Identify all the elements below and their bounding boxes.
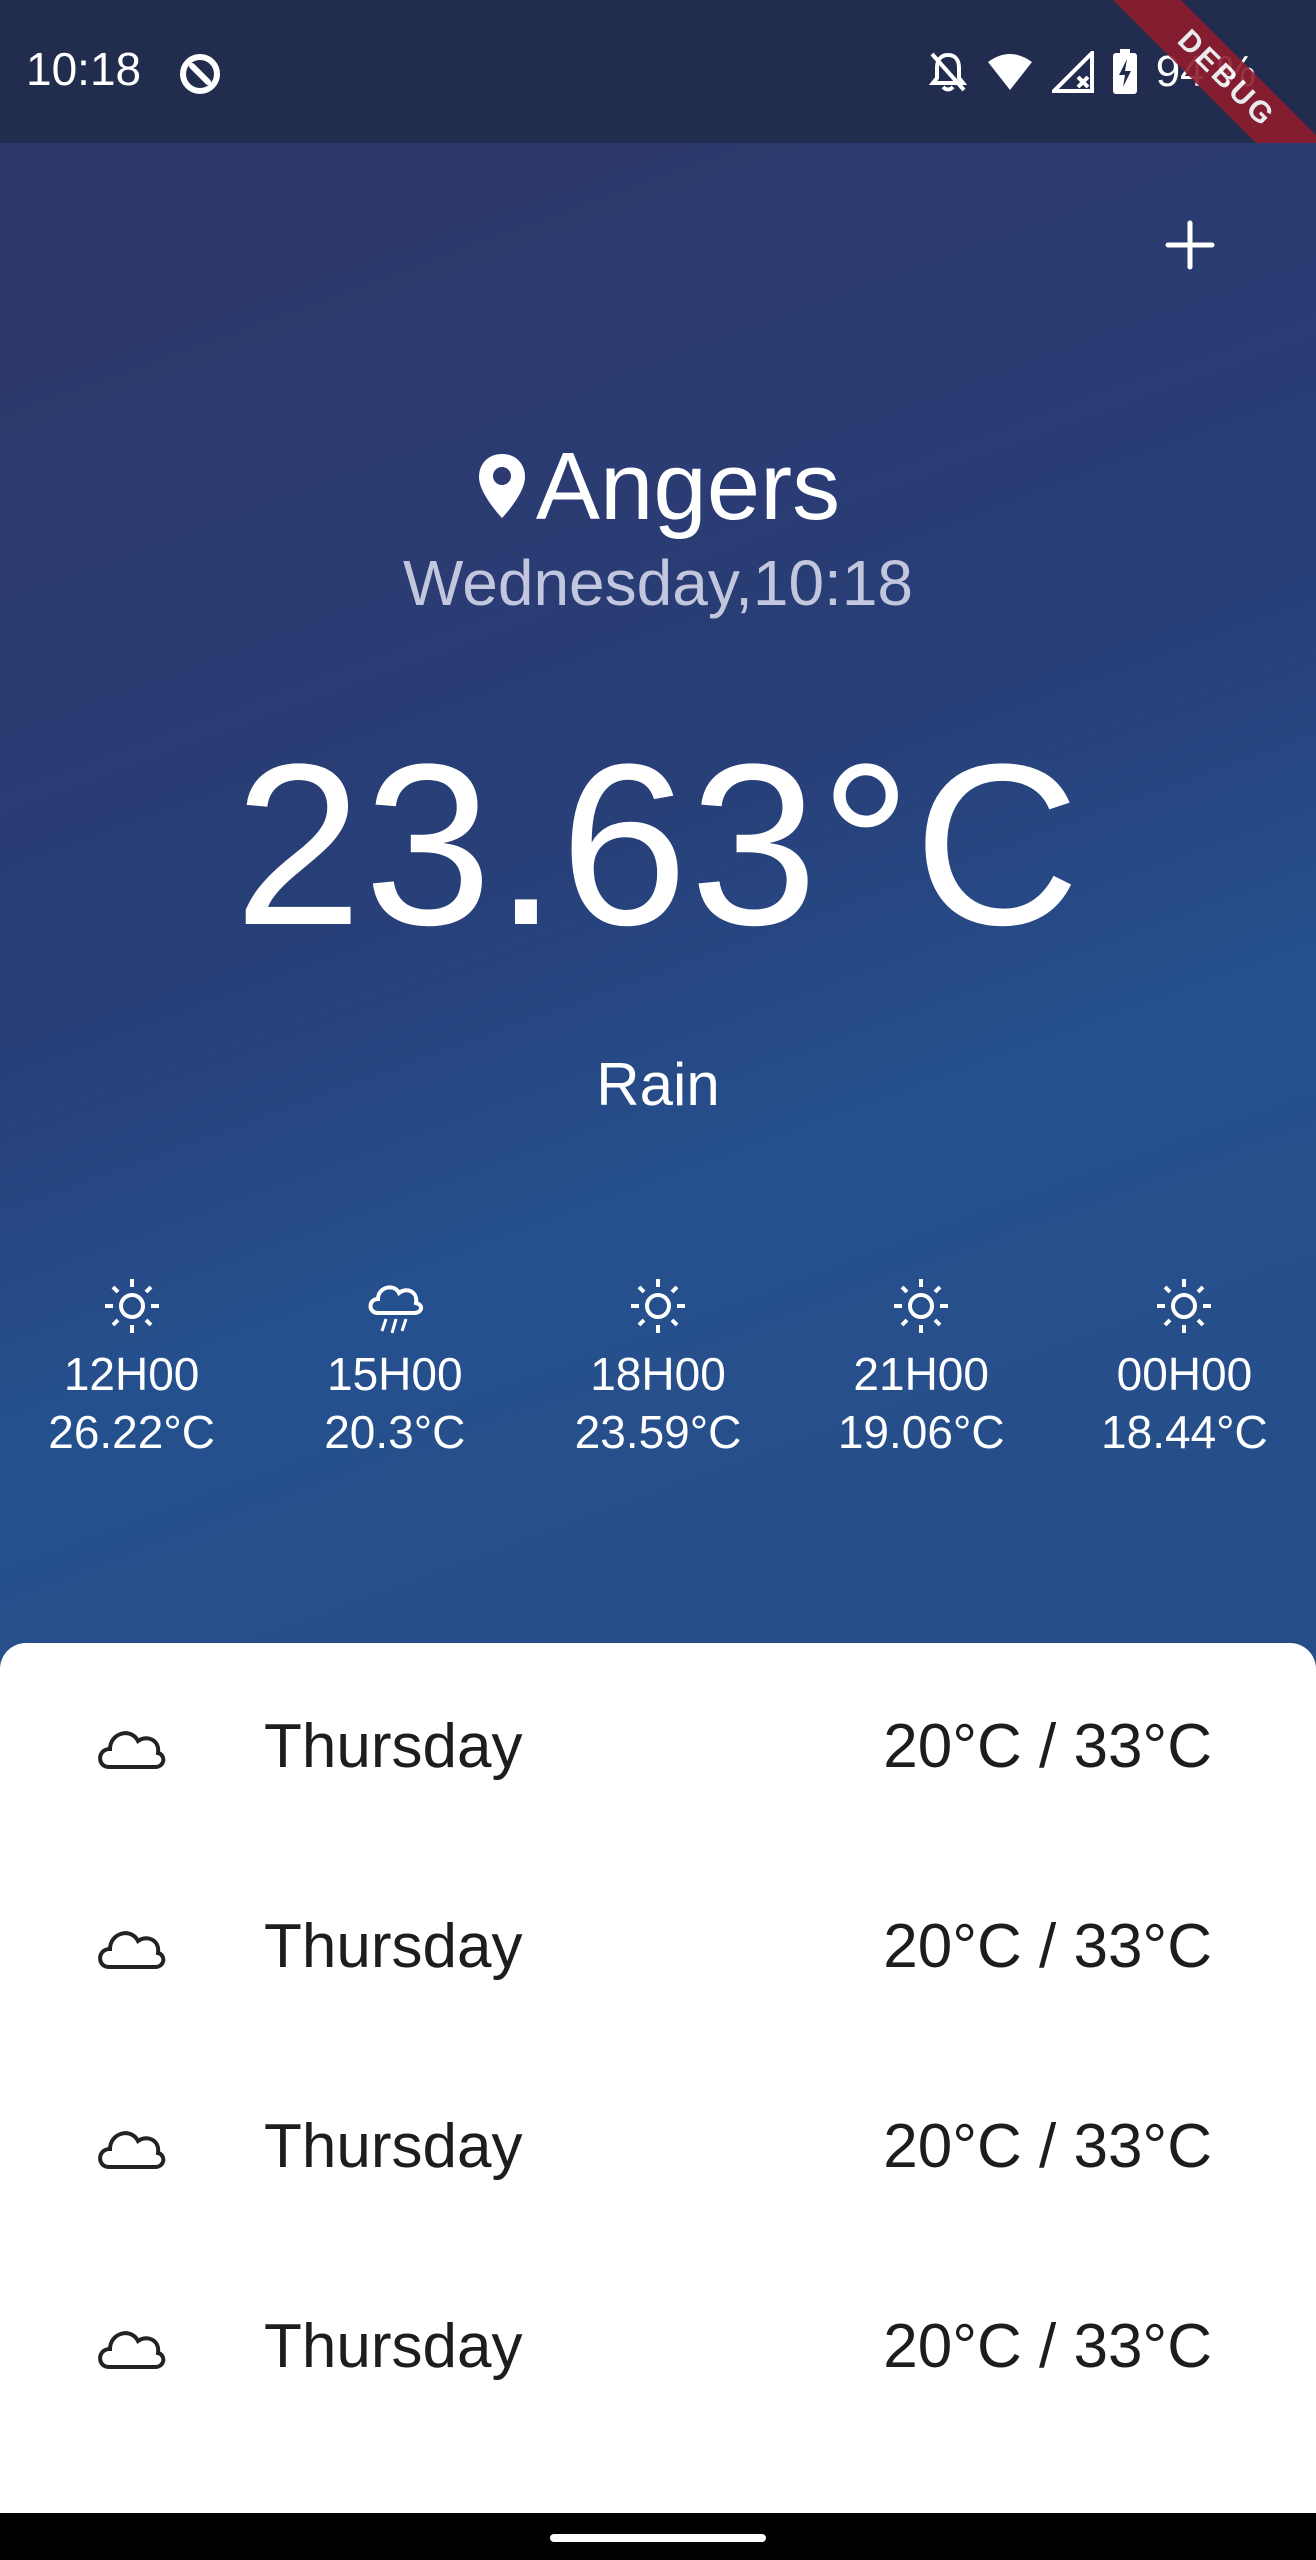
daily-forecast-sheet: Thursday 20°C / 33°C Thursday 20°C / 33°… (0, 1643, 1316, 2513)
city-name: Angers (535, 433, 841, 540)
hourly-forecast: 12H00 26.22°C 15H00 20.3°C 18H00 23.59°C… (0, 1275, 1316, 1461)
daily-day: Thursday (264, 1912, 523, 1981)
current-temperature: 23.63°C (234, 716, 1082, 973)
battery-charging-icon (1112, 49, 1137, 94)
signal-off-icon (1051, 51, 1094, 93)
map-pin-icon (478, 454, 525, 518)
daily-temp-range: 20°C / 33°C (883, 2112, 1212, 2181)
daily-temp-range: 20°C / 33°C (883, 2312, 1212, 2381)
daily-temp-range: 20°C / 33°C (883, 1912, 1212, 1981)
sun-icon (631, 1279, 685, 1333)
weather-condition: Rain (596, 1051, 720, 1118)
hourly-item: 00H00 18.44°C (1053, 1275, 1316, 1461)
status-bar: 10:18 94 % DEBUG (0, 0, 1316, 210)
home-gesture-handle[interactable] (550, 2534, 766, 2542)
sun-icon (104, 1279, 159, 1333)
add-city-button[interactable] (1158, 213, 1222, 277)
hourly-temp: 19.06°C (837, 1406, 1005, 1458)
hourly-item: 15H00 20.3°C (263, 1275, 526, 1461)
hourly-temp: 26.22°C (48, 1406, 215, 1458)
hourly-time: 18H00 (590, 1348, 726, 1400)
rain-cloud-icon (368, 1285, 423, 1334)
daily-day: Thursday (264, 2112, 523, 2181)
cloud-icon (98, 1731, 166, 1769)
sun-icon (1157, 1279, 1212, 1333)
hourly-item: 12H00 26.22°C (0, 1275, 263, 1461)
cloud-icon (98, 2131, 166, 2169)
daily-row[interactable]: Thursday 20°C / 33°C (0, 2083, 1316, 2203)
hourly-temp: 23.59°C (574, 1406, 742, 1458)
daily-day: Thursday (264, 1712, 523, 1781)
hourly-time: 15H00 (327, 1348, 463, 1400)
daily-row[interactable]: Thursday 20°C / 33°C (0, 2283, 1316, 2403)
sun-icon (894, 1279, 949, 1333)
hourly-item: 18H00 23.59°C (526, 1275, 789, 1461)
daily-row[interactable]: Thursday 20°C / 33°C (0, 1883, 1316, 2003)
cloud-icon (98, 2331, 166, 2369)
bell-off-icon (928, 52, 967, 92)
hourly-item: 21H00 19.06°C (790, 1275, 1053, 1461)
location-row: Angers (0, 432, 1316, 542)
hourly-time: 21H00 (853, 1348, 989, 1400)
hourly-time: 00H00 (1116, 1348, 1253, 1400)
hourly-time: 12H00 (63, 1348, 200, 1400)
daily-temp-range: 20°C / 33°C (883, 1712, 1212, 1781)
cloud-icon (98, 1931, 166, 1969)
daily-day: Thursday (264, 2312, 523, 2381)
date-time: Wednesday,10:18 (403, 547, 913, 619)
status-time: 10:18 (26, 43, 142, 95)
wifi-icon (987, 54, 1032, 90)
daily-row[interactable]: Thursday 20°C / 33°C (0, 1683, 1316, 1803)
hourly-temp: 20.3°C (324, 1406, 466, 1458)
app-notification-icon (180, 54, 220, 94)
hourly-temp: 18.44°C (1101, 1406, 1268, 1458)
